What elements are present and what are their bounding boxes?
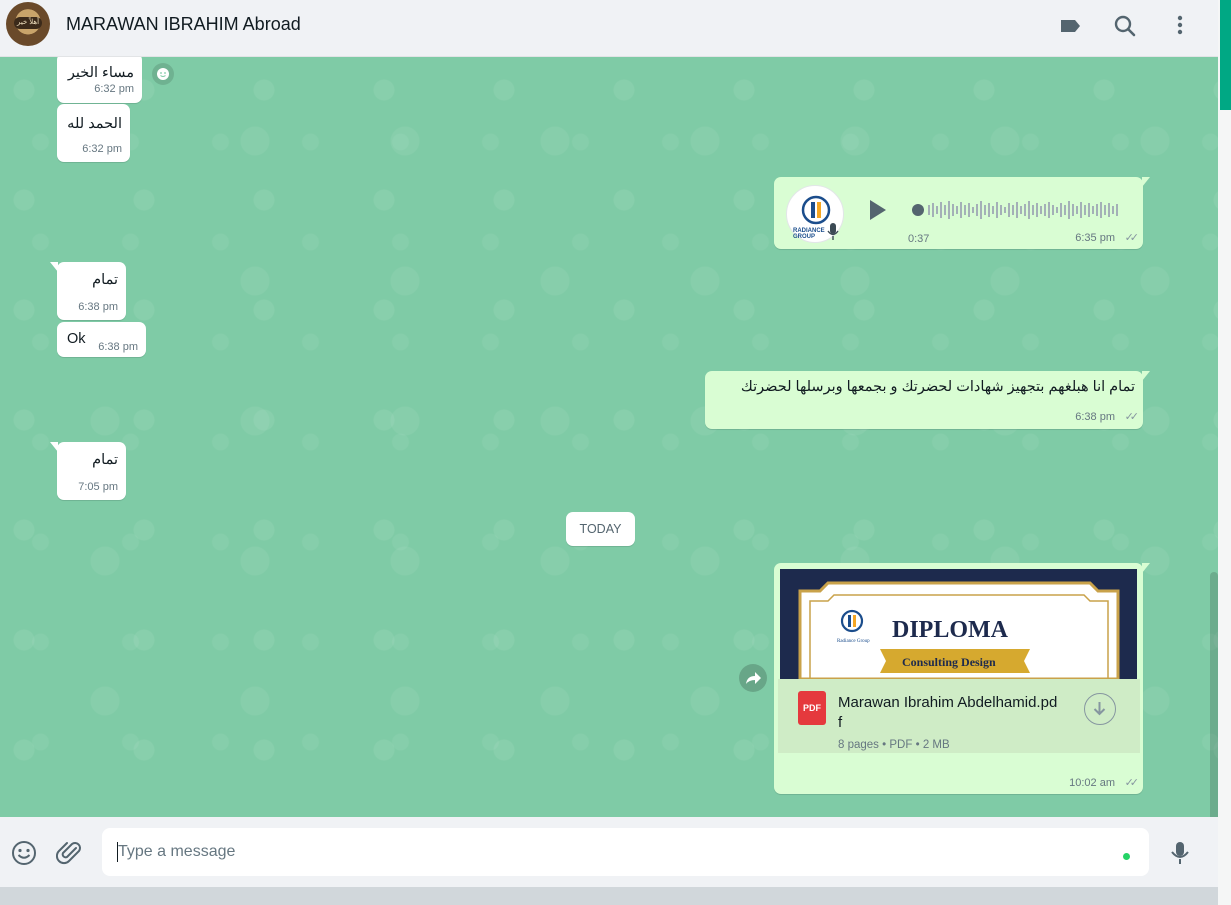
file-name-line2: f [838, 714, 843, 731]
emoji-icon[interactable] [10, 839, 38, 867]
contact-avatar[interactable]: أهلاً خير [6, 2, 50, 46]
attach-icon[interactable] [55, 839, 84, 867]
message-incoming[interactable]: تمام 7:05 pm [50, 442, 126, 500]
message-text: Ok [67, 331, 86, 347]
diploma-preview-image: Radiance Group DIPLOMA Consulting Design [780, 569, 1137, 679]
document-meta: 8 pages • PDF • 2 MB [838, 739, 950, 751]
preview-org-text: Radiance Group [837, 639, 870, 644]
message-text: تمام انا هبلغهم بتجهيز شهادات لحضرتك و ب… [740, 379, 1135, 395]
document-type: PDF [889, 739, 913, 751]
voice-duration: 0:37 [908, 233, 930, 245]
document-message-outgoing[interactable]: Radiance Group DIPLOMA Consulting Design… [774, 563, 1150, 794]
mic-icon [827, 223, 839, 240]
message-incoming[interactable]: الحمد لله 6:32 pm [57, 104, 130, 162]
message-incoming[interactable]: تمام 6:38 pm [50, 262, 126, 320]
message-time: 6:32 pm [82, 143, 122, 155]
chat-panel[interactable]: مساء الخير 6:32 pm الحمد لله 6:32 pm RAD… [0, 57, 1218, 817]
message-time: 7:05 pm [78, 481, 118, 493]
voice-message-outgoing[interactable]: RADIANCE GROUP 0:37 6:35 pm ✓✓ [774, 177, 1150, 249]
message-time: 6:38 pm [1075, 411, 1115, 423]
download-icon [1093, 702, 1106, 716]
document-file-name: Marawan Ibrahim Abdelhamid.pd f [838, 693, 1074, 733]
message-text: مساء الخير [67, 65, 134, 81]
message-time: 6:35 pm [1075, 232, 1115, 244]
message-incoming[interactable]: Ok 6:38 pm [57, 322, 146, 357]
avatar-badge: أهلاً خير [14, 17, 42, 29]
message-outgoing[interactable]: تمام انا هبلغهم بتجهيز شهادات لحضرتك و ب… [705, 371, 1150, 429]
preview-title-text: DIPLOMA [892, 617, 1009, 643]
pdf-file-icon: PDF [798, 691, 826, 725]
forward-button[interactable] [739, 664, 767, 692]
contact-name[interactable]: MARAWAN IBRAHIM Abroad [66, 14, 301, 35]
message-text: الحمد لله [67, 116, 122, 132]
voice-waveform[interactable] [910, 199, 1122, 221]
message-composer [0, 817, 1218, 887]
mic-icon[interactable] [1166, 839, 1194, 867]
double-check-icon: ✓✓ [1124, 232, 1140, 244]
file-name-line1: Marawan Ibrahim Abdelhamid.pd [838, 694, 1058, 711]
message-time: 10:02 am [1069, 777, 1115, 789]
message-input[interactable] [102, 828, 1149, 876]
message-incoming[interactable]: مساء الخير 6:32 pm [57, 57, 142, 103]
date-divider: TODAY [566, 512, 635, 546]
document-size: 2 MB [922, 739, 950, 751]
page-scrollbar-thumb[interactable] [1220, 0, 1231, 110]
page-scrollbar[interactable] [1218, 0, 1231, 905]
chat-scrollbar-thumb[interactable] [1210, 572, 1218, 817]
chat-header: أهلاً خير MARAWAN IBRAHIM Abroad [0, 0, 1218, 57]
download-button[interactable] [1084, 693, 1116, 725]
double-check-icon: ✓✓ [1124, 411, 1140, 423]
message-text: تمام [92, 452, 118, 468]
message-text: تمام [92, 272, 118, 288]
label-icon[interactable] [1056, 12, 1084, 40]
document-info[interactable]: PDF Marawan Ibrahim Abdelhamid.pd f 8 pa… [778, 679, 1140, 753]
preview-subtitle-text: Consulting Design [902, 655, 996, 669]
document-preview[interactable]: Radiance Group DIPLOMA Consulting Design [780, 569, 1137, 679]
message-time: 6:32 pm [94, 83, 134, 95]
message-time: 6:38 pm [78, 301, 118, 313]
status-dot [1123, 853, 1130, 860]
document-pages: 8 pages [838, 739, 879, 751]
message-time: 6:38 pm [98, 341, 138, 353]
window-bottom-bar [0, 887, 1218, 905]
double-check-icon: ✓✓ [1124, 777, 1140, 789]
forward-icon [746, 672, 761, 684]
search-icon[interactable] [1111, 12, 1139, 40]
whatsapp-app: أهلاً خير MARAWAN IBRAHIM Abroad مساء ال… [0, 0, 1218, 905]
emoji-reaction-icon[interactable] [152, 63, 174, 85]
play-icon[interactable] [864, 197, 890, 223]
more-vertical-icon[interactable] [1166, 12, 1194, 40]
meta-separator: • [915, 739, 923, 751]
text-caret [117, 842, 118, 862]
